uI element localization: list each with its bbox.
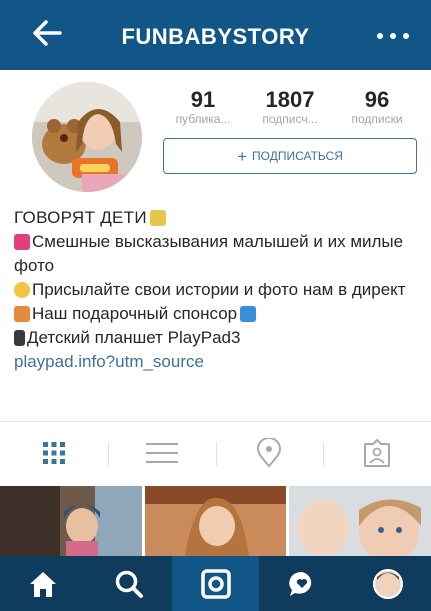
profile-avatar-icon xyxy=(372,568,403,599)
top-bar: FUNBABYSTORY xyxy=(0,0,431,70)
info-emoji-icon xyxy=(240,306,257,322)
profile-bio: ГОВОРЯТ ДЕТИ Смешные высказывания малыше… xyxy=(14,206,424,374)
grid-photo[interactable] xyxy=(0,486,142,556)
bow-emoji-icon xyxy=(14,234,30,250)
profile-avatar[interactable] xyxy=(32,82,142,192)
nav-home[interactable] xyxy=(0,556,86,611)
stat-posts[interactable]: 91 публика... xyxy=(161,87,245,127)
following-count: 96 xyxy=(364,87,390,112)
home-icon xyxy=(30,571,57,597)
grid-icon xyxy=(42,442,65,464)
following-label: подписки xyxy=(351,112,403,126)
avatar-photo xyxy=(32,82,142,192)
phone-emoji-icon xyxy=(14,330,25,346)
nav-profile[interactable] xyxy=(345,556,431,611)
activity-bubble-icon xyxy=(288,571,311,596)
arrow-left-icon xyxy=(33,20,62,46)
follow-button-label: ПОДПИСАТЬСЯ xyxy=(252,149,343,163)
camera-icon xyxy=(200,568,231,599)
ellipsis-icon xyxy=(377,33,383,39)
photo-thumbnail xyxy=(0,486,142,556)
grid-photo[interactable] xyxy=(144,486,287,556)
grid-photo[interactable] xyxy=(289,486,431,556)
more-options-button[interactable] xyxy=(371,22,415,50)
bio-line-2: Присылайте свои истории и фото нам в дир… xyxy=(32,280,406,299)
tab-list[interactable] xyxy=(107,422,216,484)
bio-line-3: Наш подарочный спонсор xyxy=(32,304,238,323)
bio-link[interactable]: playpad.info?utm_source xyxy=(14,352,204,371)
followers-count: 1807 xyxy=(265,87,315,112)
list-icon xyxy=(145,443,178,463)
profile-view-tabs xyxy=(0,422,431,484)
tab-grid[interactable] xyxy=(0,422,108,484)
nav-activity[interactable] xyxy=(259,556,345,611)
location-pin-icon xyxy=(257,438,282,468)
bottom-nav xyxy=(0,556,431,611)
stat-followers[interactable]: 1807 подписч... xyxy=(248,87,332,127)
tagged-person-icon xyxy=(364,439,391,467)
emoji-icon xyxy=(149,210,166,226)
stat-following[interactable]: 96 подписки xyxy=(335,87,419,127)
posts-label: публика... xyxy=(175,112,231,126)
star-emoji-icon xyxy=(14,282,30,298)
tab-location[interactable] xyxy=(215,422,324,484)
ellipsis-dot xyxy=(390,33,396,39)
gift-emoji-icon xyxy=(14,306,30,322)
followers-label: подписч... xyxy=(262,112,318,126)
photo-thumbnail xyxy=(289,486,431,556)
bio-line-1: Смешные высказывания малышей и их милые … xyxy=(14,232,404,275)
plus-icon: + xyxy=(237,146,248,166)
back-button[interactable] xyxy=(30,16,70,56)
follow-button[interactable]: + ПОДПИСАТЬСЯ xyxy=(163,138,417,174)
bio-line-4: Детский планшет PlayPad3 xyxy=(27,328,241,347)
nav-camera[interactable] xyxy=(172,556,259,611)
ellipsis-dot xyxy=(403,33,409,39)
photo-thumbnail xyxy=(144,486,287,556)
photo-grid xyxy=(0,486,431,556)
search-icon xyxy=(116,570,144,598)
profile-stats: 91 публика... 1807 подписч... 96 подписк… xyxy=(155,88,425,128)
bio-name: ГОВОРЯТ ДЕТИ xyxy=(14,208,147,227)
profile-username: FUNBABYSTORY xyxy=(121,24,310,49)
posts-count: 91 xyxy=(190,87,216,112)
tab-tagged[interactable] xyxy=(323,422,431,484)
nav-search[interactable] xyxy=(86,556,172,611)
